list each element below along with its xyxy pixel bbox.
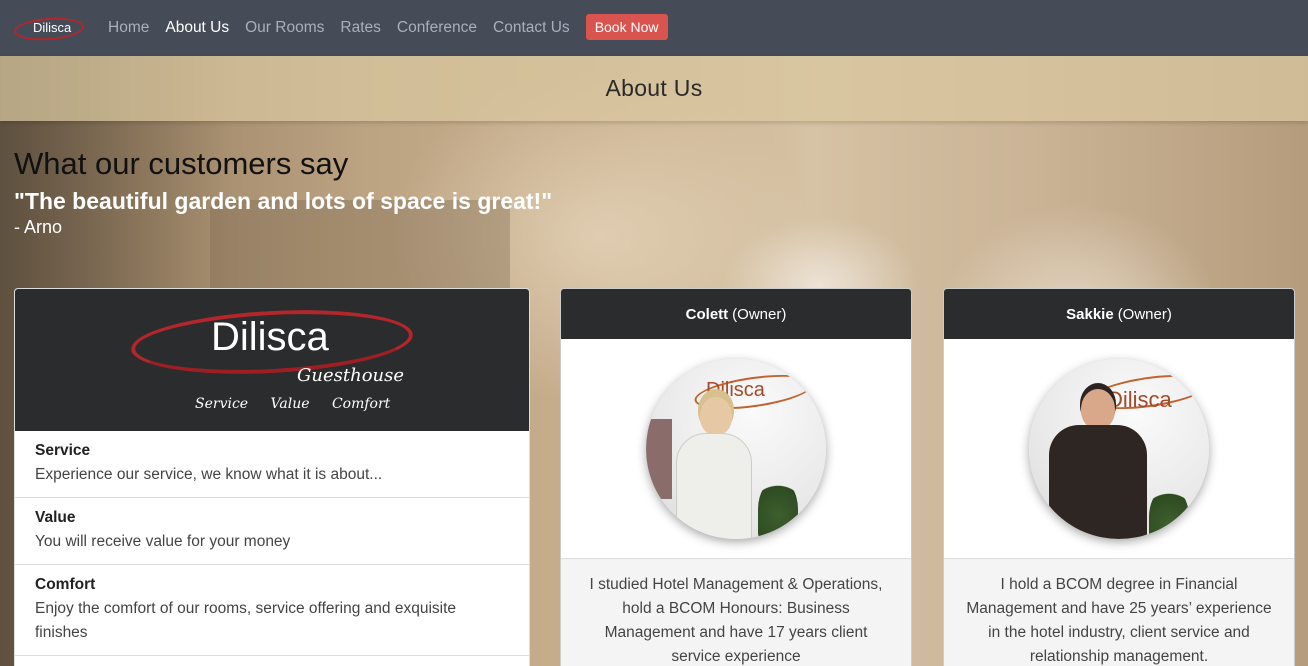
feature-description: You will receive value for your money	[35, 533, 291, 550]
person-body	[676, 433, 752, 539]
owner-photo-area: Dilisca	[944, 339, 1294, 559]
owner-bio: I hold a BCOM degree in Financial Manage…	[966, 576, 1272, 665]
feature-item: Comfort Enjoy the comfort of our rooms, …	[15, 565, 529, 656]
feature-title: Comfort	[35, 576, 96, 593]
page-title: About Us	[605, 75, 703, 101]
testimonial: What our customers say "The beautiful ga…	[14, 146, 552, 238]
logo-subtitle: Guesthouse	[297, 365, 405, 386]
feature-description: Enjoy the comfort of our rooms, service …	[35, 600, 457, 641]
logo-tag-service: Service	[195, 396, 249, 412]
brand-logo-text: Dilisca	[33, 20, 72, 35]
owner-photo: Dilisca	[646, 359, 826, 539]
wall-logo-text: Dilisca	[1107, 387, 1172, 412]
logo-tag-value: Value	[270, 396, 310, 412]
feature-title: Service	[35, 442, 91, 459]
testimonial-author: - Arno	[14, 217, 63, 237]
plant	[758, 479, 798, 539]
feature-item: Value You will receive value for your mo…	[15, 498, 529, 565]
person-head	[1081, 389, 1115, 429]
feature-description: Experience our service, we know what it …	[35, 466, 383, 483]
owner-role: (Owner)	[732, 305, 787, 323]
nav-link-home[interactable]: Home	[108, 19, 149, 37]
brand-card: Dilisca Guesthouse Service Value Comfort…	[14, 288, 530, 666]
owner-card-header: Colett (Owner)	[561, 289, 911, 339]
navbar: Dilisca Home About Us Our Rooms Rates Co…	[0, 0, 1308, 56]
owner-name: Colett	[685, 305, 729, 323]
owner-card-colett: Colett (Owner) Dilisca I studied Hotel M…	[560, 288, 912, 666]
feature-title: Value	[35, 509, 76, 526]
guesthouse-logo: Dilisca Guesthouse Service Value Comfort	[15, 289, 529, 431]
owner-bio: I studied Hotel Management & Operations,…	[589, 576, 883, 665]
nav-link-conference[interactable]: Conference	[397, 19, 477, 37]
owner-name: Sakkie	[1066, 305, 1114, 323]
owner-role: (Owner)	[1117, 305, 1172, 323]
page-header: About Us	[0, 56, 1308, 121]
nav-link-contact-us[interactable]: Contact Us	[493, 19, 570, 37]
logo-name: Dilisca	[211, 315, 329, 359]
owner-photo-area: Dilisca	[561, 339, 911, 559]
brand-logo[interactable]: Dilisca	[13, 13, 86, 43]
person-body	[1049, 425, 1147, 539]
plant	[1149, 487, 1189, 539]
photo-background-object	[646, 419, 672, 499]
owner-card-sakkie: Sakkie (Owner) Dilisca I hold a BCOM deg…	[943, 288, 1295, 666]
feature-item: Service Experience our service, we know …	[15, 431, 529, 498]
nav-link-our-rooms[interactable]: Our Rooms	[245, 19, 324, 37]
owner-photo: Dilisca	[1029, 359, 1209, 539]
book-now-button[interactable]: Book Now	[585, 13, 668, 40]
logo-tag-comfort: Comfort	[331, 396, 391, 412]
testimonial-quote: "The beautiful garden and lots of space …	[14, 188, 553, 214]
person-head	[700, 397, 732, 435]
logo-tagline: Service Value Comfort	[195, 396, 408, 412]
nav-link-about-us[interactable]: About Us	[165, 19, 229, 37]
testimonial-heading: What our customers say	[14, 146, 349, 181]
nav-link-rates[interactable]: Rates	[340, 19, 381, 37]
owner-card-header: Sakkie (Owner)	[944, 289, 1294, 339]
